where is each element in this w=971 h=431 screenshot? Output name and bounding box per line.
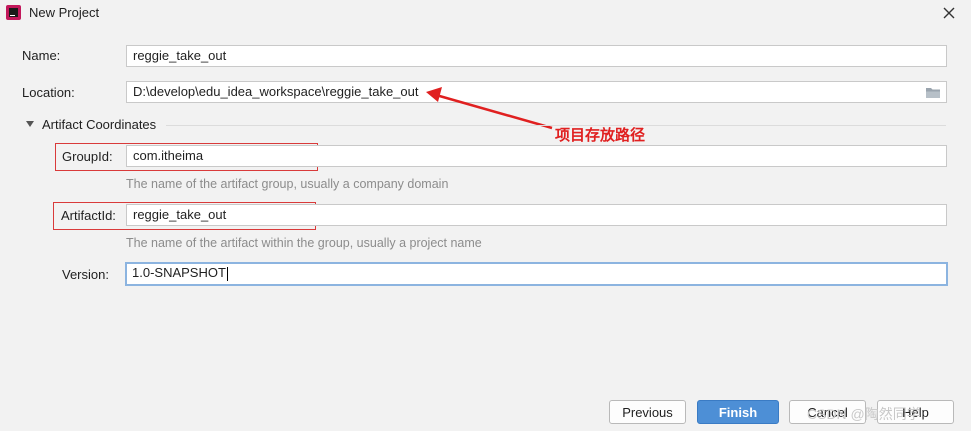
artifactid-field[interactable]: reggie_take_out (126, 204, 947, 226)
name-label: Name: (22, 48, 61, 63)
text-caret (226, 266, 228, 281)
version-field[interactable]: 1.0-SNAPSHOT (125, 262, 948, 286)
intellij-app-icon (6, 5, 21, 20)
groupid-label: GroupId: (62, 149, 113, 164)
artifactid-label: ArtifactId: (61, 208, 116, 223)
csdn-watermark: CSDN @陶然同学 (807, 406, 921, 422)
collapse-triangle-icon[interactable] (26, 121, 34, 127)
folder-icon[interactable] (925, 86, 941, 99)
version-label: Version: (62, 267, 109, 282)
annotation-arrow (426, 87, 553, 130)
window-title: New Project (29, 5, 100, 20)
finish-button[interactable]: Finish (697, 400, 779, 424)
close-icon (943, 7, 955, 19)
section-divider (166, 125, 946, 126)
name-field[interactable]: reggie_take_out (126, 45, 947, 67)
location-annotation: 项目存放路径 (555, 127, 646, 144)
version-value: 1.0-SNAPSHOT (132, 265, 226, 280)
close-button[interactable] (938, 2, 960, 24)
artifact-coordinates-header[interactable]: Artifact Coordinates (42, 117, 156, 132)
artifactid-hint: The name of the artifact within the grou… (126, 236, 482, 250)
previous-button[interactable]: Previous (609, 400, 686, 424)
title-bar: New Project (0, 0, 971, 26)
location-label: Location: (22, 85, 75, 100)
groupid-field[interactable]: com.itheima (126, 145, 947, 167)
groupid-hint: The name of the artifact group, usually … (126, 177, 449, 191)
